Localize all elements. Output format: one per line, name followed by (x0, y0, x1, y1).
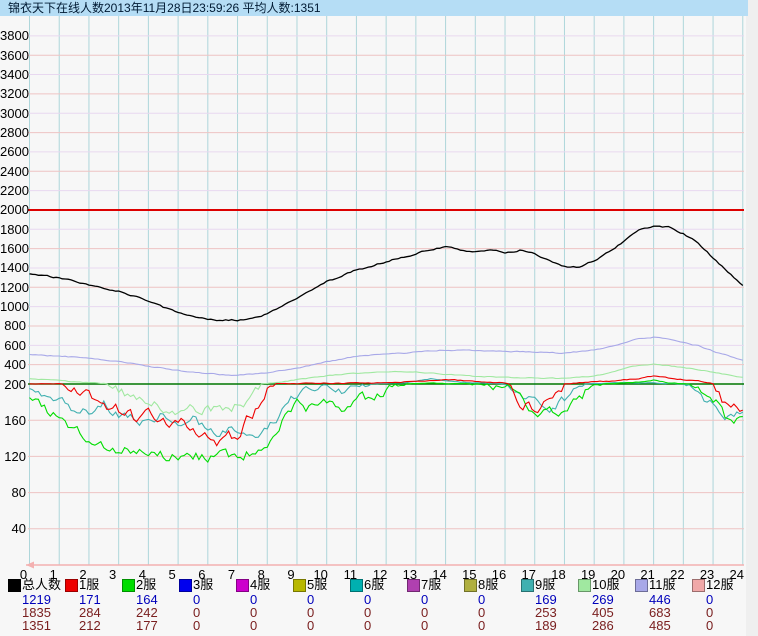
legend-swatch-10服 (578, 579, 591, 592)
legend-label: 6服 (364, 578, 384, 591)
legend-swatch-6服 (350, 579, 363, 592)
legend-swatch-2服 (122, 579, 135, 592)
legend-value-average: 189 (535, 619, 557, 632)
legend-label: 4服 (250, 578, 270, 591)
legend-label: 12服 (706, 578, 733, 591)
y-axis-label: 160 (0, 414, 26, 427)
legend-swatch-5服 (293, 579, 306, 592)
legend-swatch-3服 (179, 579, 192, 592)
legend-value-average: 0 (706, 619, 713, 632)
legend-value-average: 0 (478, 619, 485, 632)
y-axis-label: 40 (0, 522, 26, 535)
legend-label: 总人数 (22, 578, 61, 591)
y-axis-label: 200 (0, 378, 26, 391)
legend-label: 9服 (535, 578, 555, 591)
legend-value-average: 0 (307, 619, 314, 632)
legend-value-average: 212 (79, 619, 101, 632)
legend-value-average: 485 (649, 619, 671, 632)
legend-value-average: 0 (364, 619, 371, 632)
legend-label: 2服 (136, 578, 156, 591)
y-axis-label: 3800 (0, 29, 26, 42)
legend-swatch-1服 (65, 579, 78, 592)
legend-swatch-12服 (692, 579, 705, 592)
legend-value-average: 286 (592, 619, 614, 632)
y-axis-label: 3600 (0, 49, 26, 62)
y-axis-label: 1400 (0, 261, 26, 274)
y-axis-label: 1800 (0, 223, 26, 236)
y-axis-label: 1000 (0, 300, 26, 313)
legend-label: 5服 (307, 578, 327, 591)
y-axis-label: 800 (0, 319, 26, 332)
legend-value-average: 1351 (22, 619, 51, 632)
legend-value-average: 0 (250, 619, 257, 632)
y-axis-label: 2800 (0, 126, 26, 139)
legend-label: 1服 (79, 578, 99, 591)
y-axis-label: 400 (0, 358, 26, 371)
y-axis-label: 2600 (0, 145, 26, 158)
legend-label: 10服 (592, 578, 619, 591)
y-axis-label: 2200 (0, 184, 26, 197)
legend-value-average: 177 (136, 619, 158, 632)
y-axis-label: 3000 (0, 107, 26, 120)
legend-swatch-7服 (407, 579, 420, 592)
y-axis-label: 2400 (0, 165, 26, 178)
y-axis-label: 600 (0, 339, 26, 352)
y-axis-label: 3200 (0, 87, 26, 100)
y-axis-label: 80 (0, 486, 26, 499)
legend-swatch-总人数 (8, 579, 21, 592)
online-count-chart-window: 锦衣天下在线人数2013年11月28日23:59:26 平均人数:1351 38… (0, 0, 758, 636)
legend-swatch-9服 (521, 579, 534, 592)
legend-label: 8服 (478, 578, 498, 591)
legend-value-average: 0 (193, 619, 200, 632)
line-chart (0, 0, 758, 636)
legend-value-average: 0 (421, 619, 428, 632)
y-axis-label: 3400 (0, 68, 26, 81)
legend-swatch-11服 (635, 579, 648, 592)
y-axis-label: 120 (0, 450, 26, 463)
y-axis-label: 1200 (0, 281, 26, 294)
y-axis-label: 2000 (0, 203, 26, 216)
legend-label: 3服 (193, 578, 213, 591)
legend-swatch-4服 (236, 579, 249, 592)
legend-swatch-8服 (464, 579, 477, 592)
legend-label: 7服 (421, 578, 441, 591)
legend-label: 11服 (649, 578, 676, 591)
y-axis-label: 1600 (0, 242, 26, 255)
